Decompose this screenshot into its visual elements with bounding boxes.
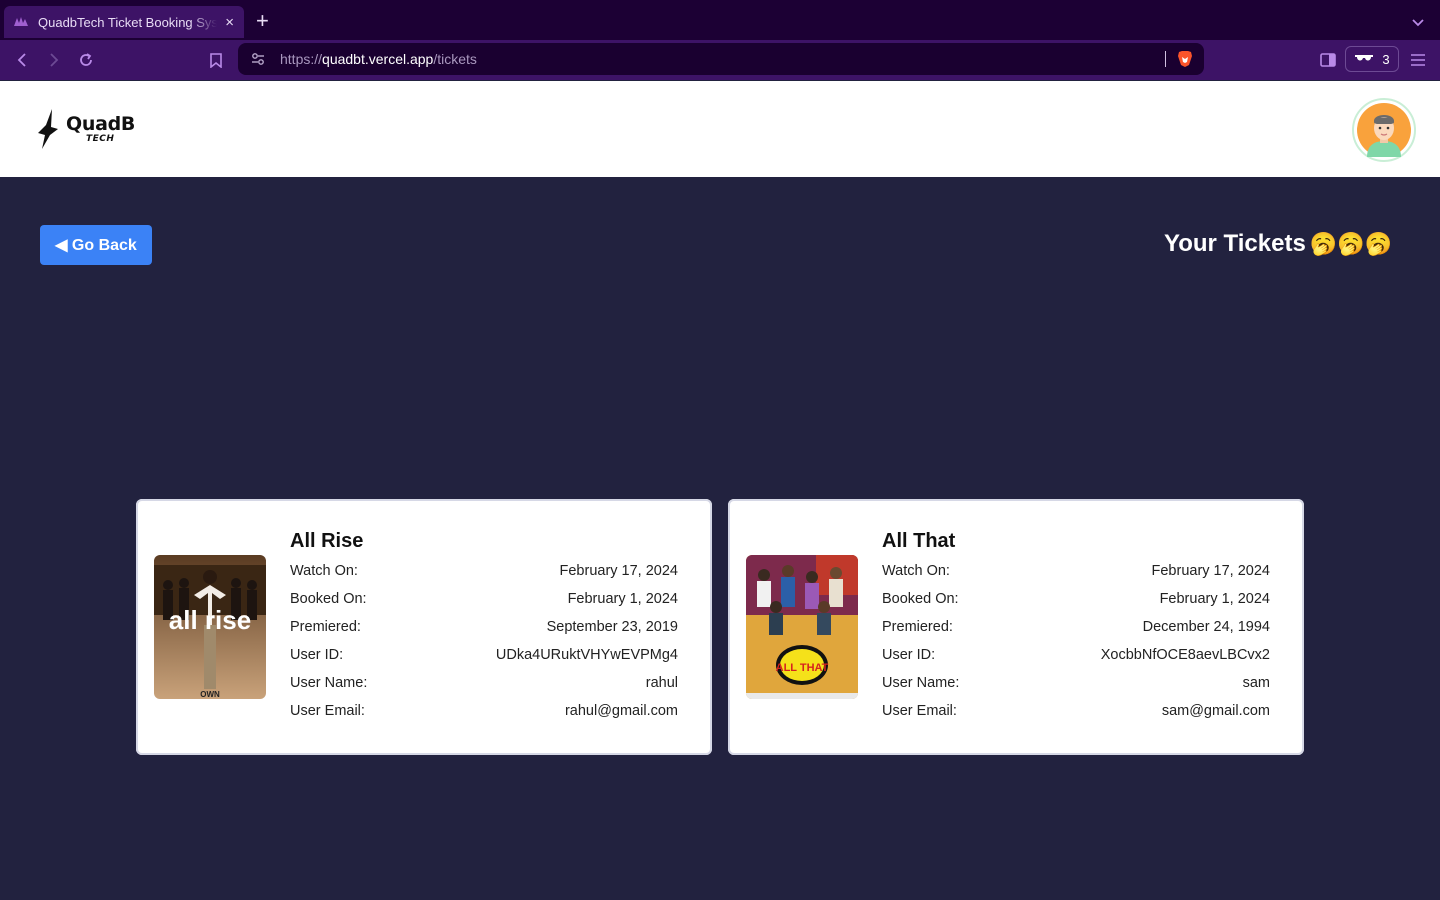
- glasses-icon: [1354, 50, 1374, 68]
- watch-on-row: Watch On: February 17, 2024: [882, 563, 1270, 579]
- page-title: Your Tickets 🥱🥱🥱: [1164, 230, 1392, 258]
- site-settings-icon[interactable]: [250, 51, 266, 67]
- url-divider: [1165, 51, 1166, 67]
- booked-on-row: Booked On: February 1, 2024: [882, 591, 1270, 607]
- browser-tab[interactable]: QuadbTech Ticket Booking System ×: [4, 6, 244, 38]
- booked-on-row: Booked On: February 1, 2024: [290, 591, 678, 607]
- poster-caption-text: OWN: [200, 690, 220, 699]
- page-title-text: Your Tickets: [1163, 230, 1306, 257]
- sidebar-toggle-icon[interactable]: [1318, 50, 1338, 70]
- user-id-row: User ID: XocbbNfOCE8aevLBCvx2: [882, 647, 1270, 663]
- menu-hamburger-icon[interactable]: [1408, 50, 1428, 70]
- user-email-row: User Email: rahul@gmail.com: [290, 703, 678, 719]
- user-id-row: User ID: UDka4URuktVHYwEVPMg4: [290, 647, 678, 663]
- ticket-card: ALL THAT All That Watch On: February 17, …: [728, 499, 1304, 755]
- movie-poster-image: all rise OWN: [154, 555, 266, 699]
- poster-title-text: all rise: [169, 605, 251, 635]
- url-text: https://quadbt.vercel.app/tickets: [280, 51, 477, 67]
- tab-list-chevron-icon[interactable]: [1412, 14, 1424, 32]
- user-name-row: User Name: rahul: [290, 675, 678, 691]
- logo-sub-text: TECH: [86, 133, 115, 144]
- new-tab-button[interactable]: +: [256, 10, 269, 32]
- user-avatar[interactable]: [1352, 98, 1416, 162]
- tab-close-button[interactable]: ×: [225, 14, 234, 31]
- go-back-button[interactable]: ◀ Go Back: [40, 225, 152, 265]
- watch-on-row: Watch On: February 17, 2024: [290, 563, 678, 579]
- browser-tab-strip: QuadbTech Ticket Booking System × +: [0, 0, 1440, 40]
- shields-count: 3: [1382, 51, 1390, 67]
- app-header: QuadB TECH: [0, 81, 1440, 177]
- forward-arrow-icon[interactable]: [44, 50, 64, 70]
- logo-main-text: QuadB: [66, 112, 136, 135]
- address-bar[interactable]: https://quadbt.vercel.app/tickets: [238, 43, 1204, 75]
- tab-title: QuadbTech Ticket Booking System: [38, 14, 218, 30]
- avatar-face-icon: [1357, 103, 1411, 157]
- user-email-row: User Email: sam@gmail.com: [882, 703, 1270, 719]
- back-arrow-icon[interactable]: [12, 50, 32, 70]
- reload-icon[interactable]: [76, 50, 96, 70]
- movie-poster-image: ALL THAT: [746, 555, 858, 699]
- bookmark-icon[interactable]: [206, 50, 226, 70]
- quadb-logo[interactable]: QuadB TECH: [36, 109, 135, 149]
- movie-title: All That: [882, 530, 956, 552]
- brave-shields-lion-icon[interactable]: [1176, 50, 1194, 68]
- ticket-card: all rise OWN All Rise Watch On: February …: [136, 499, 712, 755]
- premiered-row: Premiered: December 24, 1994: [882, 619, 1270, 635]
- premiered-row: Premiered: September 23, 2019: [290, 619, 678, 635]
- movie-title: All Rise: [290, 530, 364, 552]
- shields-counter-button[interactable]: 3: [1345, 46, 1399, 72]
- user-name-row: User Name: sam: [882, 675, 1270, 691]
- poster-title-text: ALL THAT: [776, 662, 829, 674]
- quadb-logo-mark-icon: [38, 109, 58, 149]
- site-favicon-icon: [14, 16, 28, 28]
- page-title-emoji: 🥱🥱🥱: [1309, 231, 1392, 256]
